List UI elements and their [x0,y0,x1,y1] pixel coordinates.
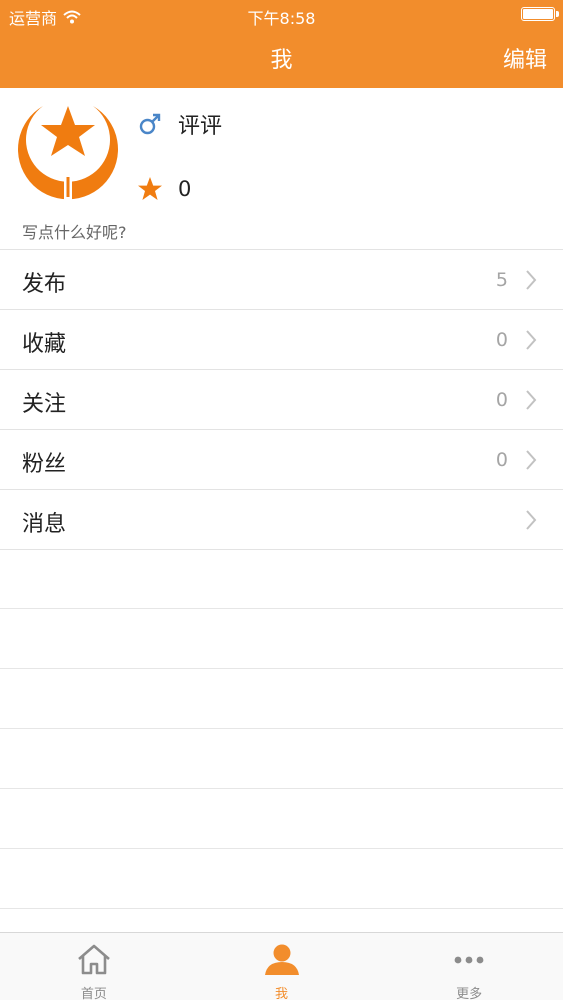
menu-item-label: 收藏 [22,332,67,357]
top-bar: 运营商 下午8:58 我 编辑 [0,0,563,88]
empty-row [0,789,563,849]
empty-row [0,729,563,789]
menu-item-count: 0 [495,449,508,471]
empty-rows [0,549,563,909]
username: 评评 [178,114,223,139]
star-icon [138,177,162,200]
empty-row [0,849,563,909]
tab-home[interactable]: 首页 [0,933,188,1000]
menu-list: 发布 5 收藏 0 关注 0 粉丝 0 消息 [0,250,563,550]
empty-row [0,609,563,669]
tab-label: 更多 [456,987,483,1000]
menu-item-count: 0 [495,389,508,411]
profile-header: 评评 0 写点什么好呢? [0,88,563,250]
more-icon [454,956,484,964]
menu-item-label: 粉丝 [22,452,67,477]
empty-row [0,669,563,729]
chevron-right-icon [526,450,537,470]
tab-me[interactable]: 我 [188,933,376,1000]
menu-item-publish[interactable]: 发布 5 [0,250,563,310]
tab-label: 首页 [80,987,107,1000]
status-time: 下午8:58 [247,9,316,28]
menu-item-messages[interactable]: 消息 [0,490,563,550]
menu-item-label: 关注 [22,392,67,417]
menu-item-label: 发布 [22,272,67,297]
chevron-right-icon [526,270,537,290]
menu-item-following[interactable]: 关注 0 [0,370,563,430]
tab-label: 我 [275,987,289,1000]
menu-item-fans[interactable]: 粉丝 0 [0,430,563,490]
menu-item-count: 5 [495,269,508,291]
chevron-right-icon [526,510,537,530]
menu-item-count: 0 [495,329,508,351]
signature-text[interactable]: 写点什么好呢? [22,219,127,243]
chevron-right-icon [526,330,537,350]
tab-bar: 首页 我 更多 [0,932,563,1000]
person-icon [264,944,299,975]
chevron-right-icon [526,390,537,410]
avatar[interactable] [13,100,123,210]
menu-item-label: 消息 [22,512,67,537]
edit-button[interactable]: 编辑 [503,42,547,74]
tab-more[interactable]: 更多 [375,933,563,1000]
menu-item-favorites[interactable]: 收藏 0 [0,310,563,370]
home-icon [77,944,110,975]
page-title: 我 [270,48,293,73]
battery-icon [521,7,559,21]
score-value: 0 [178,177,192,201]
status-bar: 运营商 下午8:58 [0,0,563,30]
male-icon [139,113,161,135]
empty-row [0,549,563,609]
